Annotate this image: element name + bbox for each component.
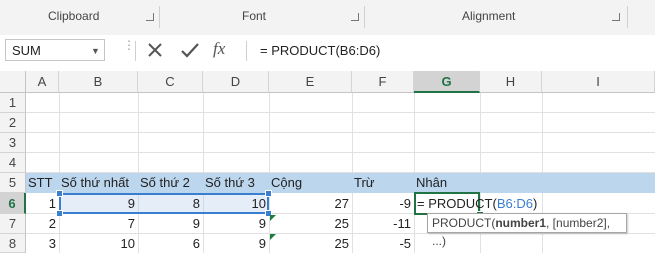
column-header-a[interactable]: A <box>26 71 59 93</box>
cell-b5[interactable]: Số thứ nhất <box>59 173 129 193</box>
cell-e5[interactable]: Cộng <box>269 173 302 193</box>
clipboard-group-label: Clipboard <box>48 9 100 23</box>
formula-suffix: ) <box>532 196 538 211</box>
row-header-5[interactable]: 5 <box>0 173 26 193</box>
cell-d8[interactable]: 9 <box>203 234 269 253</box>
tooltip-function-name: PRODUCT( <box>432 216 496 230</box>
cell-b6[interactable]: 9 <box>59 193 138 214</box>
checkmark-icon <box>181 43 199 58</box>
cancel-x-icon <box>148 43 162 57</box>
function-tooltip[interactable]: PRODUCT(number1, [number2], ...) <box>427 213 627 248</box>
row-header-4[interactable]: 4 <box>0 153 26 173</box>
cell-c5[interactable]: Số thứ 2 <box>138 173 190 193</box>
cell-a5[interactable]: STT <box>26 173 53 193</box>
formula-prefix: = PRODUCT( <box>417 196 497 211</box>
chevron-down-icon[interactable]: ▼ <box>91 46 100 56</box>
formula-reference: B6:D6 <box>496 196 533 211</box>
ribbon-divider <box>627 6 628 28</box>
insert-function-button[interactable]: fx <box>213 39 225 59</box>
cell-d7[interactable]: 9 <box>203 214 269 234</box>
column-header-f[interactable]: F <box>352 71 414 93</box>
cell-f5[interactable]: Trừ <box>352 173 375 193</box>
cell-c6[interactable]: 8 <box>138 193 203 214</box>
column-header-i[interactable]: I <box>542 71 655 93</box>
select-all-corner[interactable] <box>0 71 26 93</box>
cell-f6[interactable]: -9 <box>352 193 414 214</box>
alignment-group-label: Alignment <box>462 9 516 23</box>
column-header-h[interactable]: H <box>480 71 542 93</box>
cell-b8[interactable]: 10 <box>59 234 138 253</box>
column-header-c[interactable]: C <box>138 71 203 93</box>
cell-g5[interactable]: Nhân <box>414 173 447 193</box>
formula-input[interactable]: = PRODUCT(B6:D6) <box>250 38 655 64</box>
cell-d6[interactable]: 10 <box>203 193 269 214</box>
row-header-7[interactable]: 7 <box>0 214 26 234</box>
cell-c7[interactable]: 9 <box>138 214 203 234</box>
ribbon-divider <box>159 6 160 28</box>
column-header-d[interactable]: D <box>203 71 269 93</box>
clipboard-dialog-launcher-icon[interactable] <box>146 13 154 21</box>
row-header-2[interactable]: 2 <box>0 113 26 133</box>
error-indicator-icon[interactable] <box>270 215 276 221</box>
cell-e8[interactable]: 25 <box>269 234 352 253</box>
cell-a7[interactable]: 2 <box>26 214 59 234</box>
cell-e7[interactable]: 25 <box>269 214 352 234</box>
enter-button[interactable] <box>176 39 204 63</box>
error-indicator-icon[interactable] <box>270 234 276 240</box>
ribbon-divider <box>364 6 365 28</box>
font-group-label: Font <box>242 9 267 23</box>
cell-c8[interactable]: 6 <box>138 234 203 253</box>
font-dialog-launcher-icon[interactable] <box>351 13 359 21</box>
row-header-1[interactable]: 1 <box>0 93 26 113</box>
row-header-6[interactable]: 6 <box>0 193 26 214</box>
cell-d5[interactable]: Số thứ 3 <box>203 173 255 193</box>
cell-f8[interactable]: -5 <box>352 234 414 253</box>
resize-handle-icon[interactable]: ⋮ <box>123 39 135 51</box>
alignment-dialog-launcher-icon[interactable] <box>612 13 620 21</box>
tooltip-current-argument[interactable]: number1 <box>495 216 546 230</box>
cell-e6[interactable]: 27 <box>269 193 352 214</box>
formula-bar-divider <box>135 41 136 61</box>
cell-a6[interactable]: 1 <box>26 193 59 214</box>
cell-a8[interactable]: 3 <box>26 234 59 253</box>
cell-f7[interactable]: -11 <box>352 214 414 234</box>
column-header-g[interactable]: G <box>414 71 480 93</box>
row-header-3[interactable]: 3 <box>0 133 26 153</box>
cancel-button[interactable] <box>141 39 169 63</box>
column-header-e[interactable]: E <box>269 71 352 93</box>
name-box[interactable]: SUM <box>5 39 105 61</box>
cell-b7[interactable]: 7 <box>59 214 138 234</box>
formula-bar-divider <box>246 41 247 61</box>
column-header-b[interactable]: B <box>59 71 138 93</box>
row-header-8[interactable]: 8 <box>0 234 26 253</box>
